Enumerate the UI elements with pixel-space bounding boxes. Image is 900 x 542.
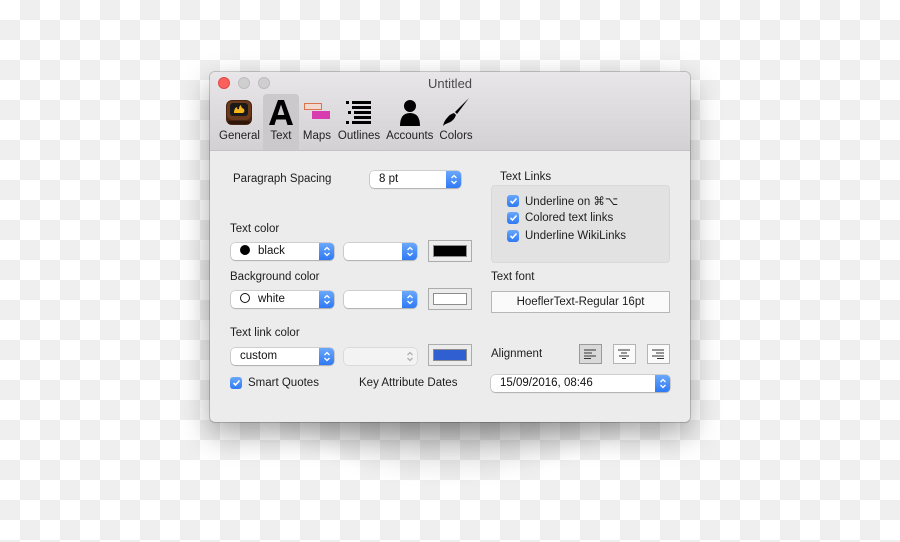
tab-colors-label: Colors [439, 130, 473, 142]
text-color-option: black [240, 245, 285, 257]
underline-on-modifier-label: Underline on ⌘⌥ [525, 196, 619, 208]
tab-text[interactable]: Text [262, 94, 299, 150]
text-font-label: Text font [491, 271, 535, 283]
background-color-option: white [240, 293, 285, 305]
tab-accounts[interactable]: Accounts [383, 94, 436, 150]
chevron-updown-icon [402, 348, 417, 365]
key-attribute-dates-popup[interactable]: 15/09/2016, 08:46 [491, 375, 670, 392]
key-attribute-dates-value: 15/09/2016, 08:46 [500, 377, 593, 389]
chevron-updown-icon [319, 291, 334, 308]
align-right-icon [652, 349, 664, 359]
background-color-label: Background color [230, 271, 320, 283]
key-attribute-dates-label: Key Attribute Dates [359, 377, 458, 389]
align-center-button[interactable] [613, 344, 636, 364]
tab-colors[interactable]: Colors [436, 94, 475, 150]
colored-text-links-checkbox[interactable]: Colored text links [507, 212, 613, 224]
text-links-label: Text Links [500, 171, 552, 183]
align-left-button[interactable] [579, 344, 602, 364]
tab-maps-label: Maps [302, 130, 331, 142]
maps-icon [302, 94, 332, 130]
background-color-value: white [258, 293, 285, 305]
tab-accounts-label: Accounts [386, 130, 434, 142]
align-center-icon [618, 349, 630, 359]
chevron-updown-icon [655, 375, 670, 392]
tab-text-label: Text [270, 130, 292, 142]
text-link-color-well[interactable] [428, 344, 472, 366]
text-color-value: black [258, 245, 285, 257]
text-link-color-label: Text link color [230, 327, 300, 339]
outline-list-icon [343, 94, 375, 130]
chevron-updown-icon [319, 243, 334, 260]
underline-on-modifier-checkbox[interactable]: Underline on ⌘⌥ [507, 194, 618, 208]
text-color-secondary-popup[interactable] [344, 243, 417, 260]
checkmark-icon [507, 230, 519, 242]
background-color-secondary-popup[interactable] [344, 291, 417, 308]
tab-general[interactable]: General [216, 94, 263, 150]
tab-maps[interactable]: Maps [299, 94, 335, 150]
title-bar: Untitled General Text Maps Outlines Acco… [210, 72, 690, 151]
paintbrush-icon [441, 94, 471, 130]
underline-wikilinks-label: Underline WikiLinks [525, 230, 626, 242]
text-link-color-value: custom [240, 350, 278, 362]
person-icon [395, 94, 425, 130]
chevron-updown-icon [402, 243, 417, 260]
text-color-popup[interactable]: black [231, 243, 334, 260]
paragraph-spacing-label: Paragraph Spacing [233, 173, 332, 185]
smart-quotes-label: Smart Quotes [248, 377, 319, 389]
background-color-popup[interactable]: white [231, 291, 334, 308]
checkmark-icon [507, 195, 519, 207]
background-color-swatch [433, 293, 467, 305]
text-color-well[interactable] [428, 240, 472, 262]
black-dot-icon [240, 245, 250, 255]
chevron-updown-icon [446, 171, 461, 188]
smart-quotes-checkbox[interactable]: Smart Quotes [230, 377, 319, 389]
colored-text-links-label: Colored text links [525, 212, 614, 224]
checkmark-icon [230, 377, 242, 389]
tab-outlines-label: Outlines [337, 130, 381, 142]
tab-general-label: General [219, 130, 260, 142]
paragraph-spacing-popup[interactable]: 8 pt [370, 171, 461, 188]
preferences-toolbar: General Text Maps Outlines Accounts Colo… [216, 94, 476, 150]
white-dot-icon [240, 293, 250, 303]
text-color-swatch [433, 245, 467, 257]
preferences-window: Untitled General Text Maps Outlines Acco… [210, 72, 690, 422]
app-icon [224, 94, 254, 130]
letter-a-icon [266, 94, 296, 130]
alignment-label: Alignment [491, 348, 543, 360]
window-title: Untitled [427, 76, 473, 91]
text-link-color-secondary-popup[interactable] [344, 348, 417, 365]
checkmark-icon [507, 212, 519, 224]
text-color-label: Text color [230, 223, 280, 235]
underline-wikilinks-checkbox[interactable]: Underline WikiLinks [507, 230, 626, 242]
text-font-button[interactable]: HoeflerText-Regular 16pt [491, 291, 670, 313]
chevron-updown-icon [402, 291, 417, 308]
chevron-updown-icon [319, 348, 334, 365]
text-link-color-swatch [433, 349, 467, 361]
background-color-well[interactable] [428, 288, 472, 310]
align-left-icon [584, 349, 596, 359]
tab-outlines[interactable]: Outlines [335, 94, 383, 150]
align-right-button[interactable] [647, 344, 670, 364]
text-link-color-popup[interactable]: custom [231, 348, 334, 365]
paragraph-spacing-value: 8 pt [379, 173, 399, 185]
